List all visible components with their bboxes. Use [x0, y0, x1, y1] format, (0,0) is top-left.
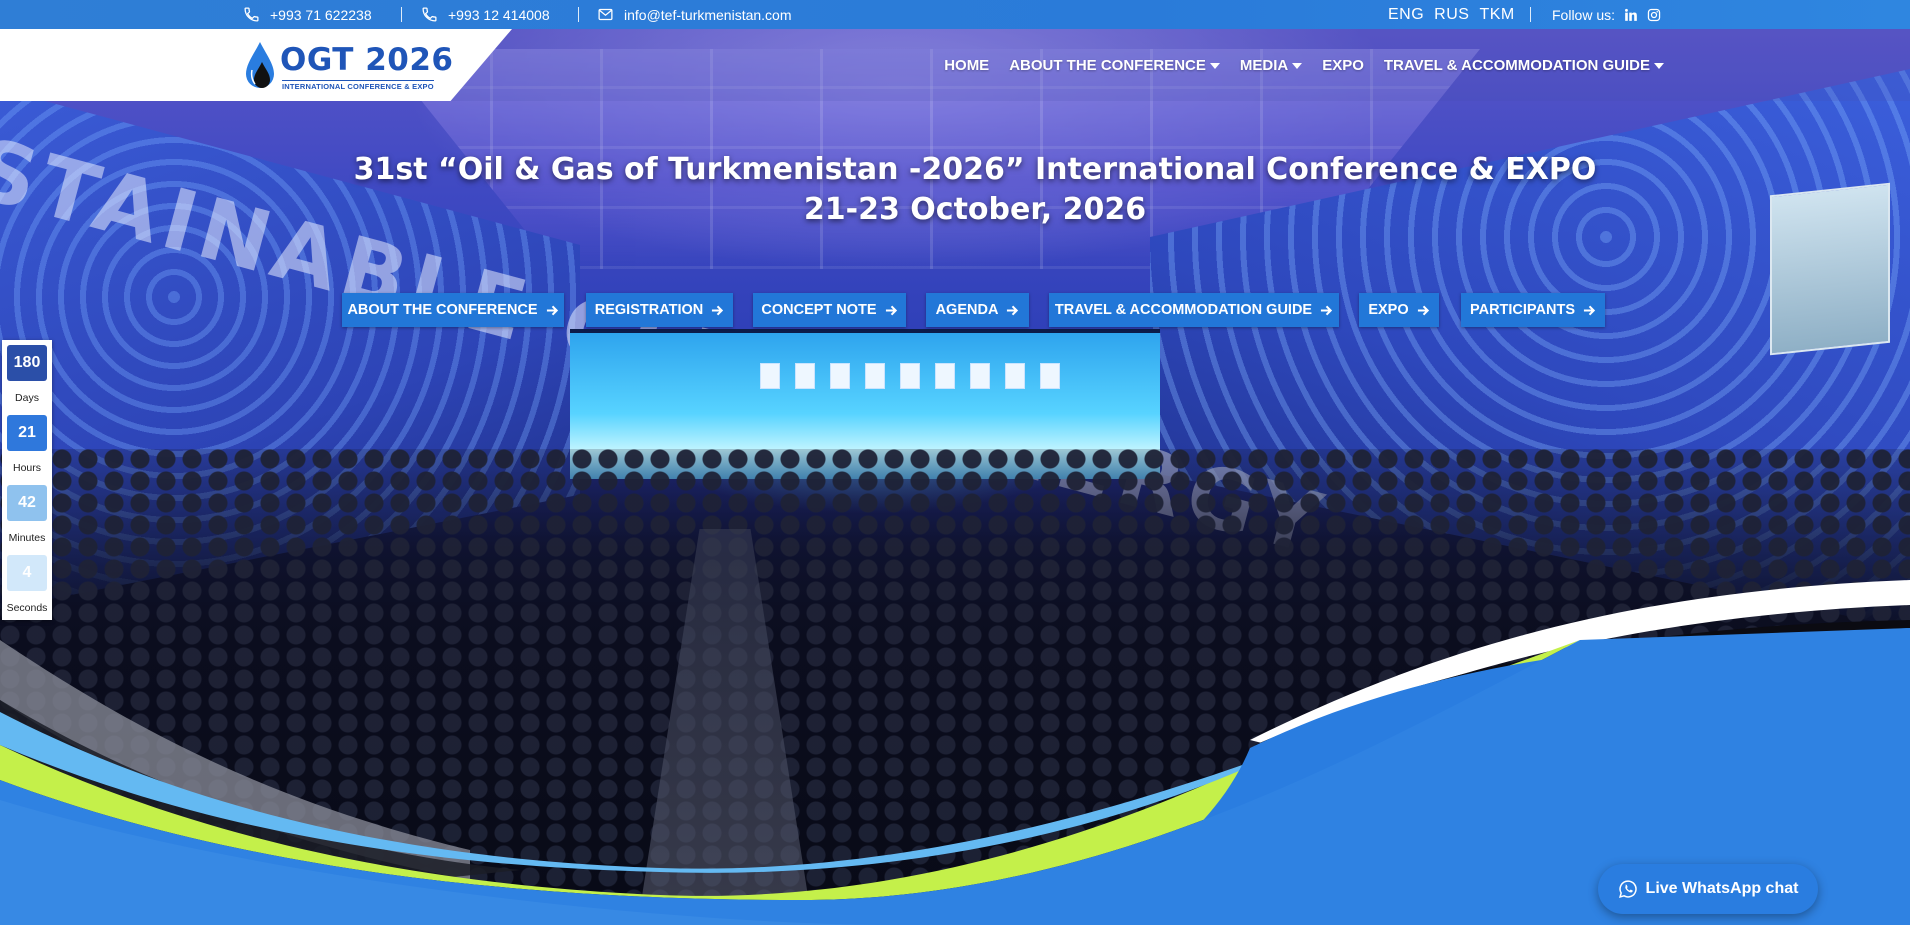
nav-travel-label: TRAVEL & ACCOMMODATION GUIDE: [1383, 56, 1650, 74]
nav-about-label: ABOUT THE CONFERENCE: [1009, 56, 1206, 74]
divider: [1530, 7, 1531, 22]
arrow-right-icon: [546, 305, 558, 315]
phone-contact-2[interactable]: +993 12 414008: [421, 0, 550, 29]
quick-button-label: REGISTRATION: [594, 302, 704, 318]
email-address: info@tef-turkmenistan.com: [624, 6, 792, 23]
arrow-right-icon: [1417, 305, 1429, 315]
nav-expo[interactable]: EXPO: [1322, 57, 1364, 74]
nav-media[interactable]: MEDIA: [1239, 56, 1303, 74]
countdown-hours-label: Hours: [12, 462, 41, 474]
quick-button-label: AGENDA: [935, 302, 999, 318]
caret-down-icon: [1654, 63, 1664, 69]
main-navigation: HOME ABOUT THE CONFERENCE MEDIA EXPO TRA…: [944, 29, 1664, 101]
divider: [401, 7, 402, 22]
divider: [578, 7, 579, 22]
countdown-minutes-label: Minutes: [8, 532, 46, 544]
event-countdown: 180 Days 21 Hours 42 Minutes 4 Seconds: [2, 340, 52, 620]
lang-rus[interactable]: RUS: [1434, 6, 1469, 24]
countdown-hours-value: 21: [7, 415, 47, 451]
lang-tkm[interactable]: TKM: [1479, 6, 1514, 24]
phone-number-1: +993 71 622238: [270, 6, 372, 23]
arrow-right-icon: [1007, 305, 1019, 315]
arrow-right-icon: [1583, 305, 1596, 315]
phone-contact-1[interactable]: +993 71 622238: [243, 0, 372, 29]
envelope-icon: [598, 8, 613, 21]
instagram-icon[interactable]: [1647, 8, 1661, 22]
quick-participants-button[interactable]: PARTICIPANTS: [1461, 293, 1605, 327]
quick-agenda-button[interactable]: AGENDA: [926, 293, 1029, 327]
email-contact[interactable]: info@tef-turkmenistan.com: [597, 0, 792, 29]
hero-date: 21-23 October, 2026: [803, 192, 1147, 227]
arrow-right-icon: [712, 305, 724, 315]
top-contact-bar: +993 71 622238 +993 12 414008 info@tef-t…: [0, 0, 1910, 29]
quick-button-label: EXPO: [1368, 302, 1409, 318]
countdown-seconds-value: 4: [7, 555, 47, 591]
phone-icon: [244, 7, 259, 22]
oil-drop-logo-icon[interactable]: [244, 40, 274, 92]
countdown-seconds-label: Seconds: [6, 602, 48, 614]
whatsapp-chat-label: Live WhatsApp chat: [1645, 880, 1799, 897]
logo-subtitle: INTERNATIONAL CONFERENCE & EXPO: [282, 80, 434, 91]
nav-home[interactable]: HOME: [944, 57, 989, 74]
follow-label: Follow us:: [1552, 6, 1616, 23]
quick-travel-accommodation-guide-button[interactable]: TRAVEL & ACCOMMODATION GUIDE: [1049, 293, 1339, 327]
linkedin-icon[interactable]: [1624, 8, 1638, 22]
nav-expo-label: EXPO: [1322, 56, 1364, 74]
hero-title: 31st “Oil & Gas of Turkmenistan -2026” I…: [353, 152, 1597, 187]
nav-travel-accommodation-guide[interactable]: TRAVEL & ACCOMMODATION GUIDE: [1384, 57, 1664, 74]
phone-icon: [422, 7, 437, 22]
whatsapp-icon: [1618, 880, 1637, 898]
live-whatsapp-chat-button[interactable]: Live WhatsApp chat: [1598, 864, 1818, 914]
social-links: Follow us:: [1552, 0, 1661, 29]
logo-title[interactable]: OGT 2026: [280, 42, 453, 78]
lang-eng[interactable]: ENG: [1388, 6, 1424, 24]
quick-button-label: TRAVEL & ACCOMMODATION GUIDE: [1054, 302, 1313, 318]
caret-down-icon: [1292, 63, 1303, 69]
arrow-right-icon: [1321, 305, 1333, 315]
nav-home-label: HOME: [944, 56, 990, 74]
arrow-right-icon: [885, 305, 897, 315]
countdown-days-value: 180: [7, 345, 47, 381]
quick-registration-button[interactable]: REGISTRATION: [586, 293, 733, 327]
nav-about-the-conference[interactable]: ABOUT THE CONFERENCE: [1009, 57, 1220, 74]
caret-down-icon: [1209, 63, 1220, 69]
language-switcher: ENG RUS TKM: [1388, 0, 1515, 29]
quick-expo-button[interactable]: EXPO: [1359, 293, 1439, 327]
quick-button-label: ABOUT THE CONFERENCE: [347, 302, 538, 318]
quick-button-label: PARTICIPANTS: [1470, 302, 1575, 318]
quick-concept-note-button[interactable]: CONCEPT NOTE: [753, 293, 906, 327]
quick-about-the-conference-button[interactable]: ABOUT THE CONFERENCE: [342, 293, 564, 327]
quick-button-label: CONCEPT NOTE: [761, 302, 877, 318]
countdown-days-label: Days: [15, 392, 39, 404]
countdown-minutes-value: 42: [7, 485, 47, 521]
phone-number-2: +993 12 414008: [448, 6, 550, 23]
nav-media-label: MEDIA: [1239, 56, 1289, 74]
